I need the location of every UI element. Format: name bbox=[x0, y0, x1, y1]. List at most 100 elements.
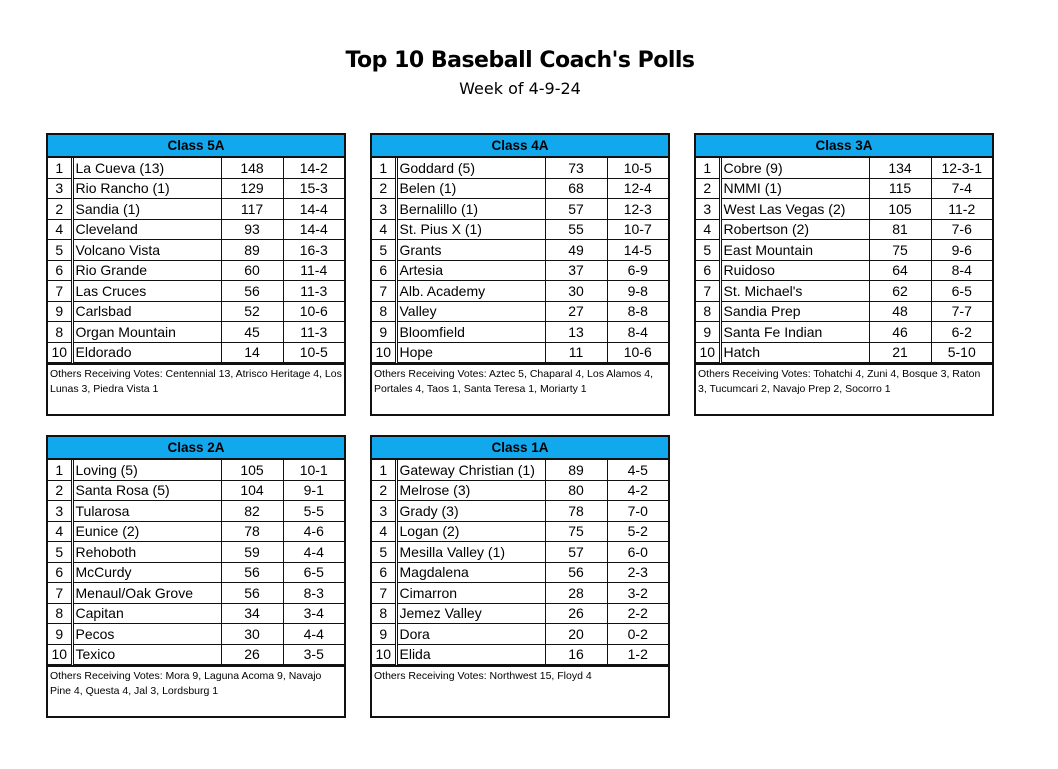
points: 59 bbox=[220, 541, 284, 563]
rank: 9 bbox=[48, 300, 74, 322]
table-row: 10 Hope 11 10-6 bbox=[372, 341, 668, 363]
team: Melrose (3) bbox=[395, 479, 546, 501]
record: 9-6 bbox=[930, 239, 992, 261]
rank: 2 bbox=[696, 177, 722, 199]
record: 6-0 bbox=[606, 541, 668, 563]
record: 14-5 bbox=[606, 239, 668, 261]
table-row: 6 Ruidoso 64 8-4 bbox=[696, 259, 992, 281]
team: Rio Grande bbox=[71, 259, 222, 281]
rank: 6 bbox=[48, 561, 74, 583]
table-row: 7 Las Cruces 56 11-3 bbox=[48, 280, 344, 302]
team: Grady (3) bbox=[395, 500, 546, 522]
record: 7-4 bbox=[930, 177, 992, 199]
points: 55 bbox=[544, 218, 608, 240]
page-title: Top 10 Baseball Coach's Polls bbox=[345, 48, 695, 73]
rank: 8 bbox=[696, 300, 722, 322]
points: 64 bbox=[868, 259, 932, 281]
team: Las Cruces bbox=[71, 280, 222, 302]
points: 27 bbox=[544, 300, 608, 322]
table-row: 2 Melrose (3) 80 4-2 bbox=[372, 479, 668, 501]
table-row: 7 Alb. Academy 30 9-8 bbox=[372, 280, 668, 302]
record: 3-4 bbox=[282, 602, 344, 624]
table-row: 10 Texico 26 3-5 bbox=[48, 643, 344, 665]
team: West Las Vegas (2) bbox=[719, 198, 870, 220]
record: 4-6 bbox=[282, 520, 344, 542]
points: 80 bbox=[544, 479, 608, 501]
record: 0-2 bbox=[606, 623, 668, 645]
rank: 4 bbox=[372, 218, 398, 240]
rank: 10 bbox=[372, 643, 398, 665]
points: 78 bbox=[544, 500, 608, 522]
rank: 2 bbox=[48, 479, 74, 501]
rank: 7 bbox=[48, 280, 74, 302]
record: 15-3 bbox=[282, 177, 344, 199]
rank: 3 bbox=[372, 198, 398, 220]
record: 6-2 bbox=[930, 321, 992, 343]
record: 11-2 bbox=[930, 198, 992, 220]
table-row: 5 Grants 49 14-5 bbox=[372, 239, 668, 261]
rank: 7 bbox=[48, 582, 74, 604]
team: Mesilla Valley (1) bbox=[395, 541, 546, 563]
record: 6-5 bbox=[282, 561, 344, 583]
record: 12-4 bbox=[606, 177, 668, 199]
table-row: 2 Belen (1) 68 12-4 bbox=[372, 177, 668, 199]
record: 6-5 bbox=[930, 280, 992, 302]
points: 105 bbox=[220, 460, 284, 481]
points: 26 bbox=[544, 602, 608, 624]
table-row: 6 Rio Grande 60 11-4 bbox=[48, 259, 344, 281]
points: 117 bbox=[220, 198, 284, 220]
points: 57 bbox=[544, 541, 608, 563]
rank: 5 bbox=[48, 239, 74, 261]
table-row: 6 Magdalena 56 2-3 bbox=[372, 561, 668, 583]
poll-table-class-5a: Class 5A 1 La Cueva (13) 148 14-2 3 Rio … bbox=[46, 133, 346, 416]
record: 8-4 bbox=[606, 321, 668, 343]
table-row: 3 Rio Rancho (1) 129 15-3 bbox=[48, 177, 344, 199]
points: 13 bbox=[544, 321, 608, 343]
team: Volcano Vista bbox=[71, 239, 222, 261]
points: 30 bbox=[220, 623, 284, 645]
table-row: 7 St. Michael's 62 6-5 bbox=[696, 280, 992, 302]
table-row: 10 Eldorado 14 10-5 bbox=[48, 341, 344, 363]
points: 30 bbox=[544, 280, 608, 302]
table-row: 8 Capitan 34 3-4 bbox=[48, 602, 344, 624]
rank: 7 bbox=[372, 582, 398, 604]
rank: 10 bbox=[48, 341, 74, 363]
record: 8-3 bbox=[282, 582, 344, 604]
points: 46 bbox=[868, 321, 932, 343]
points: 56 bbox=[220, 561, 284, 583]
record: 8-4 bbox=[930, 259, 992, 281]
table-row: 2 Sandia (1) 117 14-4 bbox=[48, 198, 344, 220]
points: 89 bbox=[544, 460, 608, 481]
class-header: Class 2A bbox=[48, 437, 344, 460]
team: Texico bbox=[71, 643, 222, 665]
points: 68 bbox=[544, 177, 608, 199]
rank: 7 bbox=[372, 280, 398, 302]
team: Belen (1) bbox=[395, 177, 546, 199]
table-row: 8 Sandia Prep 48 7-7 bbox=[696, 300, 992, 322]
record: 4-4 bbox=[282, 623, 344, 645]
record: 2-3 bbox=[606, 561, 668, 583]
record: 4-2 bbox=[606, 479, 668, 501]
rank: 5 bbox=[372, 541, 398, 563]
table-row: 10 Elida 16 1-2 bbox=[372, 643, 668, 665]
rankings-table: 1 Goddard (5) 73 10-5 2 Belen (1) 68 12-… bbox=[372, 158, 668, 363]
points: 26 bbox=[220, 643, 284, 665]
record: 3-2 bbox=[606, 582, 668, 604]
rank: 9 bbox=[372, 321, 398, 343]
class-header: Class 4A bbox=[372, 135, 668, 158]
record: 14-2 bbox=[282, 158, 344, 179]
team: Ruidoso bbox=[719, 259, 870, 281]
points: 129 bbox=[220, 177, 284, 199]
points: 75 bbox=[868, 239, 932, 261]
record: 6-9 bbox=[606, 259, 668, 281]
team: Menaul/Oak Grove bbox=[71, 582, 222, 604]
rank: 9 bbox=[48, 623, 74, 645]
table-row: 1 Goddard (5) 73 10-5 bbox=[372, 158, 668, 179]
table-row: 1 Cobre (9) 134 12-3-1 bbox=[696, 158, 992, 179]
rank: 10 bbox=[372, 341, 398, 363]
rank: 5 bbox=[48, 541, 74, 563]
rank: 2 bbox=[48, 198, 74, 220]
team: Magdalena bbox=[395, 561, 546, 583]
table-row: 6 Artesia 37 6-9 bbox=[372, 259, 668, 281]
points: 105 bbox=[868, 198, 932, 220]
